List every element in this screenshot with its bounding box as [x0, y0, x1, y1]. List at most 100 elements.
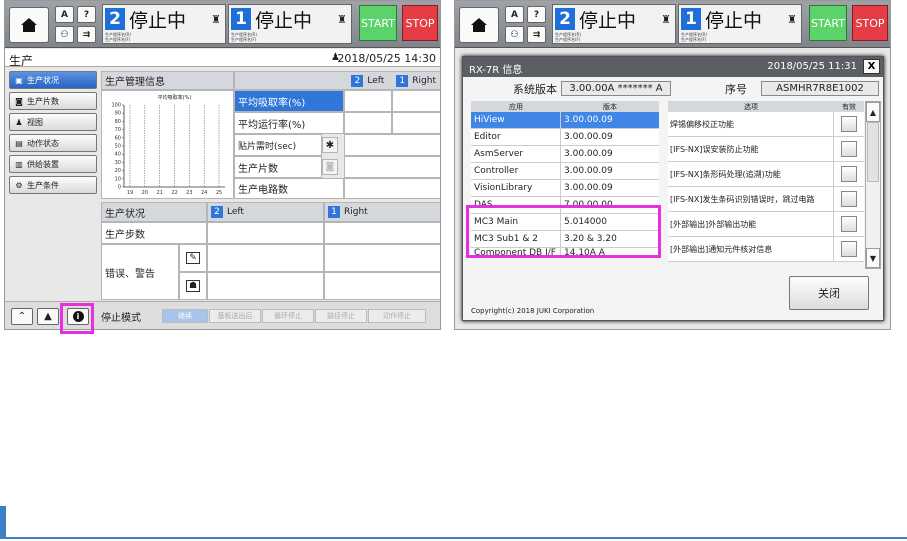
dialog-title: RX-7R 信息	[469, 65, 523, 76]
suction-rate-chart: 平均吸取率(%) 0 10 20 30 40 50 60 70 80 90 100 19 20 21 22 23…	[101, 90, 234, 199]
status-header: 生产状况	[101, 202, 207, 222]
close-icon[interactable]: X	[863, 59, 880, 74]
x-tick-label: 24	[201, 190, 207, 196]
lane2-badge: 2	[351, 74, 364, 87]
home-icon	[471, 18, 487, 32]
lane2-status[interactable]: 2 停止中 ♜ 生产程序名(R) 生产程序名(F)	[552, 4, 676, 44]
y-tick-label: 50	[115, 144, 121, 150]
option-checkbox[interactable]	[841, 191, 857, 207]
board-button[interactable]: ◙	[322, 159, 338, 175]
option-checkbox[interactable]	[841, 116, 857, 132]
sidebar-item-production-conditions[interactable]: ⚙ 生产条件	[9, 176, 97, 194]
mode-path-stop[interactable]: 路径停止	[315, 309, 367, 323]
mode-cycle-stop[interactable]: 循环停止	[262, 309, 314, 323]
highlight-mc3-rows	[466, 205, 661, 258]
top-bar: A ? ⚇ ⇉ 2 停止中 ♜ 生产程序名(R) 生产程序名(F) 1 停止中 ♜…	[455, 1, 890, 48]
table-row[interactable]: VisionLibrary 3.00.00.09	[471, 180, 659, 197]
mode-after-board-out[interactable]: 基板送出后	[209, 309, 261, 323]
stop-button[interactable]: STOP	[402, 5, 438, 41]
scroll-up-button[interactable]: ▲	[866, 102, 880, 122]
lane2-status[interactable]: 2 停止中 ♜ 生产程序名(R) 生产程序名(F)	[102, 4, 226, 44]
stop-button[interactable]: STOP	[852, 5, 888, 41]
board-icon: ◙	[325, 162, 335, 172]
sidebar-item-motion-status[interactable]: ▤ 动作状态	[9, 134, 97, 152]
row-circuit-count: 生产电路数	[234, 178, 344, 199]
transfer-button[interactable]: ⇉	[527, 26, 546, 43]
close-button[interactable]: 关闭	[789, 276, 869, 310]
chart-svg: 平均吸取率(%) 0 10 20 30 40 50 60 70 80 90 100 19 20 21 22 23…	[111, 94, 225, 196]
steps-left	[207, 222, 324, 244]
option-checkbox[interactable]	[841, 141, 857, 157]
warning-button[interactable]: ▲	[37, 308, 59, 325]
value-left-operating	[344, 112, 392, 134]
top-bar: A ? ⚇ ⇉ 2 停止中 ♜ 生产程序名(R) 生产程序名(F) 1 停止中 ♜…	[5, 1, 440, 48]
y-tick-label: 70	[115, 127, 121, 133]
collapse-button[interactable]: ⌃	[11, 308, 33, 325]
home-button[interactable]	[459, 7, 499, 43]
sidebar-item-production-count[interactable]: ◙ 生产片数	[9, 92, 97, 110]
monitor-icon: ▣	[15, 75, 23, 85]
start-button[interactable]: START	[359, 5, 397, 41]
operator-icon: ♜	[211, 13, 221, 26]
error-left-1	[207, 244, 324, 272]
options-scrollbar[interactable]: ▲ ▼	[865, 101, 881, 269]
row-avg-suction[interactable]: 平均吸取率(%)	[234, 90, 344, 112]
lane2-program: 生产程序名(R) 生产程序名(F)	[555, 32, 581, 42]
options-table: 选项 有效 焊锡偏移校正功能 [IFS-NX]误安装防止功能 [IFS-NX]条…	[668, 101, 864, 262]
mode-continue[interactable]: 继续	[162, 309, 208, 323]
error-detail-button[interactable]: ☗	[179, 272, 207, 300]
lane1-status[interactable]: 1 停止中 ♜ 生产程序名(R) 生产程序名(F)	[228, 4, 352, 44]
help-button[interactable]: ?	[77, 6, 96, 23]
chart-title: 平均吸取率(%)	[158, 94, 192, 101]
user-button[interactable]: ⚇	[505, 26, 524, 43]
lane-header: 2 Left 1 Right	[234, 71, 440, 90]
warning-icon: ▲	[44, 311, 52, 322]
dialog-datetime: 2018/05/25 11:31	[767, 61, 857, 72]
sidebar-item-view[interactable]: ♟ 视图	[9, 113, 97, 131]
option-checkbox[interactable]	[841, 241, 857, 257]
language-button[interactable]: A	[55, 6, 74, 23]
y-tick-label: 20	[115, 168, 121, 174]
lane1-status-text: 停止中	[255, 10, 313, 32]
option-row: [外部输出]通知元件核对信息	[668, 237, 864, 262]
option-row: [IFS-NX]条形码处理(追溯)功能	[668, 162, 864, 187]
sidebar-item-production-status[interactable]: ▣ 生产状况	[9, 71, 97, 89]
option-checkbox[interactable]	[841, 166, 857, 182]
settings-button[interactable]: ✱	[322, 137, 338, 153]
title-bar: 生产 ♟ 2018/05/25 14:30	[5, 49, 440, 68]
home-button[interactable]	[9, 7, 49, 43]
error-edit-button[interactable]: ✎	[179, 244, 207, 272]
scroll-thumb[interactable]	[867, 122, 879, 182]
y-tick-label: 10	[115, 176, 121, 182]
person-icon: ♟	[15, 117, 23, 127]
value-left-suction	[344, 90, 392, 112]
sidebar-item-feeder[interactable]: ▥ 供给装置	[9, 155, 97, 173]
mode-motion-stop[interactable]: 动作停止	[368, 309, 426, 323]
transfer-button[interactable]: ⇉	[77, 26, 96, 43]
version-table-header: 应用 版本	[471, 101, 659, 112]
table-row[interactable]: HiView 3.00.00.09	[471, 112, 659, 129]
start-button[interactable]: START	[809, 5, 847, 41]
row-avg-operating[interactable]: 平均运行率(%)	[234, 112, 344, 134]
x-tick-label: 22	[171, 190, 177, 196]
sidebar: ▣ 生产状况 ◙ 生产片数 ♟ 视图 ▤ 动作状态 ▥ 供给装置 ⚙ 生产条件	[9, 71, 97, 197]
serial-label: 序号	[725, 83, 747, 96]
help-button[interactable]: ?	[527, 6, 546, 23]
mgmt-info-header: 生产管理信息	[101, 71, 234, 90]
triangle-down-icon: ▼	[869, 253, 877, 263]
value-mount-time	[344, 134, 440, 156]
scroll-down-button[interactable]: ▼	[866, 248, 880, 268]
table-row[interactable]: Editor 3.00.00.09	[471, 129, 659, 146]
table-row[interactable]: AsmServer 3.00.00.09	[471, 146, 659, 163]
lane1-status[interactable]: 1 停止中 ♜ 生产程序名(R) 生产程序名(F)	[678, 4, 802, 44]
option-row: [外部输出]外部输出功能	[668, 212, 864, 237]
language-button[interactable]: A	[505, 6, 524, 23]
operator-icon: ♜	[787, 13, 797, 26]
table-row[interactable]: Controller 3.00.00.09	[471, 163, 659, 180]
transfer-icon: ⇉	[82, 29, 91, 40]
status-right-header: 1 Right	[324, 202, 440, 222]
users-icon: ⚇	[510, 29, 519, 40]
option-checkbox[interactable]	[841, 216, 857, 232]
user-button[interactable]: ⚇	[55, 26, 74, 43]
lane1-program: 生产程序名(R) 生产程序名(F)	[681, 32, 707, 42]
